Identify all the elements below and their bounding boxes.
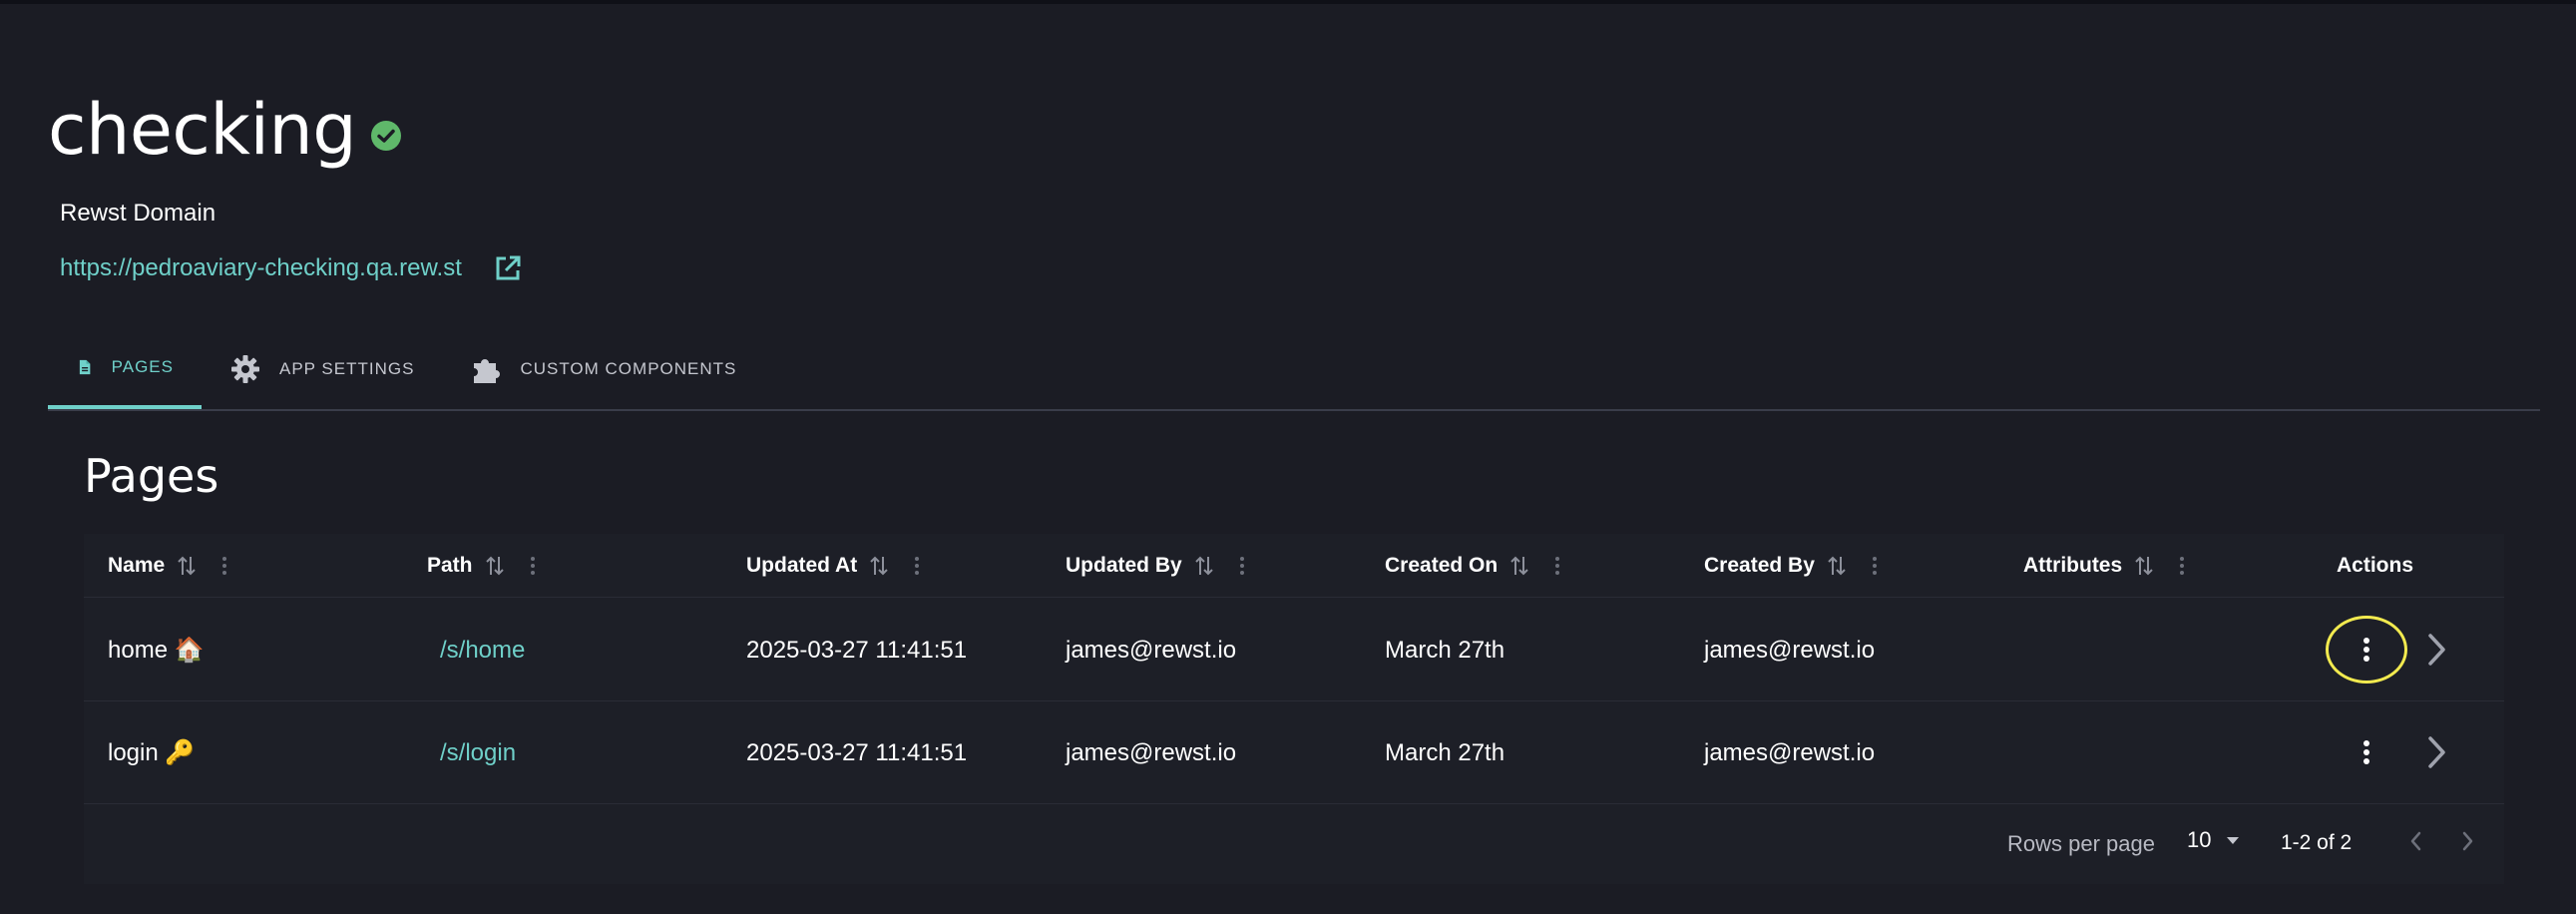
app-title: checking xyxy=(48,89,357,171)
top-border xyxy=(0,0,2576,4)
column-title: Updated By xyxy=(1066,554,1182,577)
tab-label: PAGES xyxy=(111,357,174,376)
page-name-cell: login 🔑 xyxy=(108,739,196,766)
updated-by-cell: james@rewst.io xyxy=(1066,738,1237,766)
domain-url-row: https://pedroaviary-checking.qa.rew.st xyxy=(60,252,524,284)
document-icon xyxy=(79,359,91,375)
chevron-right-icon[interactable] xyxy=(2421,630,2451,670)
gear-icon xyxy=(231,355,259,383)
rows-per-page-select[interactable]: 10 xyxy=(2187,827,2243,853)
column-menu-icon[interactable] xyxy=(1238,555,1246,577)
table-header: Name Path Updated At Updated By Created … xyxy=(84,534,2504,598)
column-header-created-by[interactable]: Created By xyxy=(1704,534,1879,598)
chevron-left-icon xyxy=(2410,831,2421,851)
pagination-range: 1-2 of 2 xyxy=(2281,831,2353,854)
column-menu-icon[interactable] xyxy=(2178,555,2186,577)
section-title: Pages xyxy=(84,449,219,503)
column-menu-icon[interactable] xyxy=(220,555,228,577)
column-menu-icon[interactable] xyxy=(1553,555,1561,577)
column-title: Updated At xyxy=(746,554,858,577)
table-row[interactable]: home 🏠 /s/home 2025-03-27 11:41:51 james… xyxy=(84,599,2504,701)
sort-icon[interactable] xyxy=(869,555,889,577)
column-title: Path xyxy=(427,554,473,577)
domain-label: Rewst Domain xyxy=(60,200,216,227)
created-by-cell: james@rewst.io xyxy=(1704,738,1876,766)
sort-icon[interactable] xyxy=(2134,555,2154,577)
row-actions-menu-button[interactable] xyxy=(2345,628,2388,672)
external-link-icon[interactable] xyxy=(492,252,524,284)
column-title: Created On xyxy=(1385,554,1499,577)
column-header-updated-by[interactable]: Updated By xyxy=(1066,534,1246,598)
column-header-name[interactable]: Name xyxy=(108,534,228,598)
row-actions-menu-button[interactable] xyxy=(2345,730,2388,774)
next-page-button[interactable] xyxy=(2449,823,2485,859)
app-header: checking xyxy=(48,88,402,172)
created-on-cell: March 27th xyxy=(1385,636,1505,664)
table-pagination: Rows per page 10 1-2 of 2 xyxy=(84,801,2504,884)
updated-at-cell: 2025-03-27 11:41:51 xyxy=(746,636,968,664)
sort-icon[interactable] xyxy=(177,555,197,577)
more-vertical-icon xyxy=(2363,638,2369,662)
updated-at-cell: 2025-03-27 11:41:51 xyxy=(746,738,968,766)
tab-app-settings[interactable]: APP SETTINGS xyxy=(202,329,442,409)
column-menu-icon[interactable] xyxy=(529,555,537,577)
column-title: Attributes xyxy=(2023,554,2123,577)
column-title: Name xyxy=(108,554,166,577)
rows-per-page-label: Rows per page xyxy=(2007,831,2155,856)
pages-table: Name Path Updated At Updated By Created … xyxy=(84,534,2504,884)
check-circle-icon xyxy=(371,121,402,151)
tab-bar: PAGES APP SETTINGS CUSTOM COMPONENTS xyxy=(48,329,2540,411)
previous-page-button[interactable] xyxy=(2398,823,2434,859)
tab-pages[interactable]: PAGES xyxy=(48,329,202,409)
domain-url-link[interactable]: https://pedroaviary-checking.qa.rew.st xyxy=(60,254,462,282)
updated-by-cell: james@rewst.io xyxy=(1066,636,1237,664)
more-vertical-icon xyxy=(2363,740,2369,764)
column-header-updated-at[interactable]: Updated At xyxy=(746,534,921,598)
created-on-cell: March 27th xyxy=(1385,738,1505,766)
column-title: Actions xyxy=(2337,554,2414,577)
chevron-right-icon xyxy=(2462,831,2473,851)
table-row[interactable]: login 🔑 /s/login 2025-03-27 11:41:51 jam… xyxy=(84,701,2504,804)
tab-label: APP SETTINGS xyxy=(279,359,415,378)
column-menu-icon[interactable] xyxy=(1871,555,1879,577)
column-header-path[interactable]: Path xyxy=(427,534,537,598)
column-header-actions: Actions xyxy=(2337,534,2413,598)
puzzle-icon xyxy=(474,359,501,383)
page-path-link[interactable]: /s/login xyxy=(440,701,516,804)
sort-icon[interactable] xyxy=(1827,555,1847,577)
column-title: Created By xyxy=(1704,554,1815,577)
rows-per-page-value: 10 xyxy=(2187,827,2212,852)
caret-down-icon xyxy=(2227,837,2240,844)
column-header-created-on[interactable]: Created On xyxy=(1385,534,1561,598)
sort-icon[interactable] xyxy=(485,555,505,577)
page-name-cell: home 🏠 xyxy=(108,637,205,664)
created-by-cell: james@rewst.io xyxy=(1704,636,1876,664)
column-menu-icon[interactable] xyxy=(913,555,921,577)
column-header-attributes[interactable]: Attributes xyxy=(2023,534,2186,598)
page-path-link[interactable]: /s/home xyxy=(440,599,525,701)
sort-icon[interactable] xyxy=(1509,555,1529,577)
sort-icon[interactable] xyxy=(1194,555,1214,577)
tab-custom-components[interactable]: CUSTOM COMPONENTS xyxy=(442,329,764,409)
tab-label: CUSTOM COMPONENTS xyxy=(520,359,737,378)
chevron-right-icon[interactable] xyxy=(2421,732,2451,772)
